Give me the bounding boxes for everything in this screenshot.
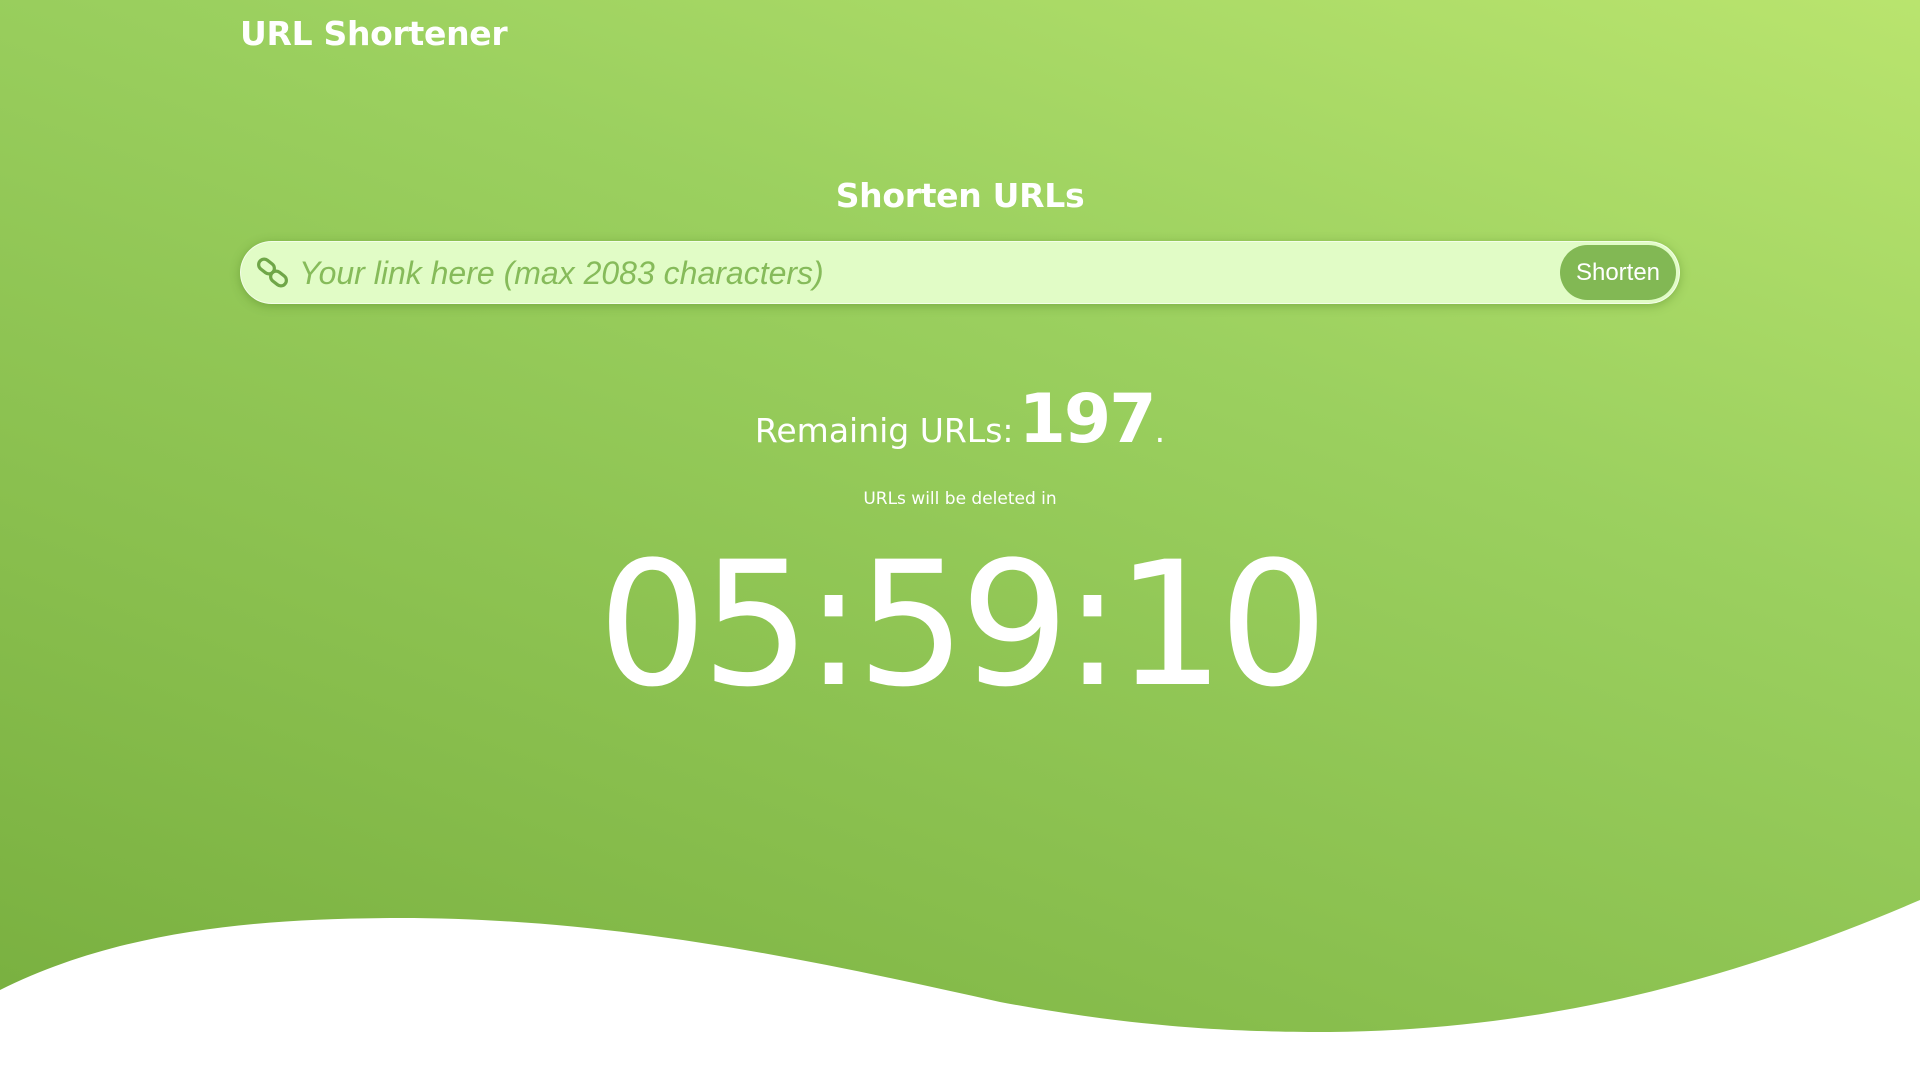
countdown-timer: 05:59:10 [597, 524, 1329, 725]
url-form: Shorten [240, 241, 1680, 304]
remaining-urls-label: Remainig URLs: [754, 411, 1014, 450]
remaining-urls-count: 197 [1018, 380, 1157, 459]
remaining-urls-suffix: . [1154, 411, 1166, 450]
url-input[interactable] [299, 248, 1589, 298]
page-background: URL Shortener Shorten URLs Shorten Remai… [0, 0, 1920, 1080]
brand-title[interactable]: URL Shortener [240, 14, 508, 53]
remaining-urls: Remainig URLs: 197. [0, 380, 1920, 459]
deletion-note: URLs will be deleted in [863, 489, 1057, 509]
link-icon [255, 255, 291, 291]
shorten-button[interactable]: Shorten [1560, 245, 1676, 300]
page-heading: Shorten URLs [835, 176, 1085, 215]
